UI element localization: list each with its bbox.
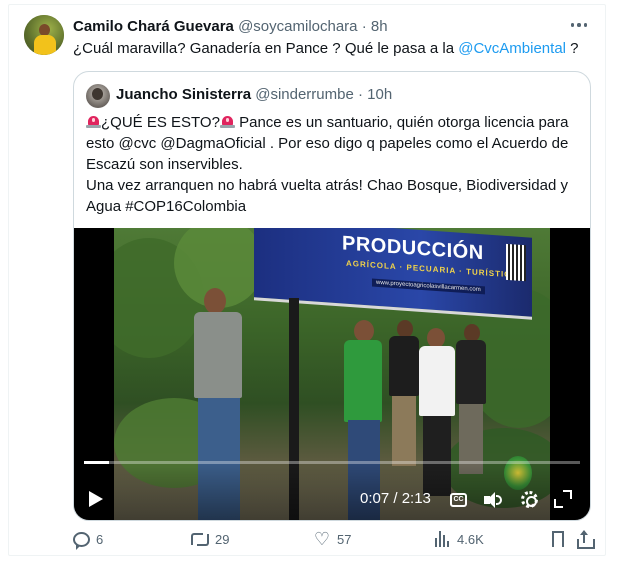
fullscreen-icon[interactable] bbox=[554, 490, 572, 508]
like-count: 57 bbox=[337, 531, 352, 547]
avatar-shirt bbox=[34, 35, 56, 55]
video-controls bbox=[74, 460, 590, 520]
header-separator: · bbox=[361, 18, 367, 35]
quoted-author-handle[interactable]: @sinderrumbe bbox=[255, 86, 354, 103]
author-name[interactable]: Camilo Chará Guevara bbox=[73, 18, 234, 35]
reply-button[interactable]: 6 bbox=[73, 527, 103, 551]
video-progress-bar[interactable] bbox=[84, 461, 580, 464]
reply-count: 6 bbox=[96, 531, 104, 547]
author-avatar[interactable] bbox=[24, 15, 64, 55]
siren-icon bbox=[219, 114, 235, 129]
views-count: 4.6K bbox=[457, 531, 484, 547]
volume-icon[interactable] bbox=[484, 492, 506, 508]
captions-button[interactable]: CC bbox=[450, 493, 467, 507]
tweet-card[interactable]: Camilo Chará Guevara @soycamilochara · 8… bbox=[8, 4, 606, 556]
quoted-tweet[interactable]: Juancho Sinisterra @sinderrumbe · 10h ¿Q… bbox=[73, 71, 591, 521]
share-icon bbox=[575, 530, 595, 549]
banner-subtitle: AGRÍCOLA · PECUARIA · TURÍSTICA bbox=[346, 258, 518, 280]
settings-gear-icon[interactable] bbox=[521, 491, 538, 508]
views-chart-icon bbox=[433, 530, 451, 548]
quoted-header: Juancho Sinisterra @sinderrumbe · 10h bbox=[116, 85, 392, 105]
tweet-text-before: ¿Cuál maravilla? Ganadería en Pance ? Qu… bbox=[73, 40, 459, 57]
share-button[interactable] bbox=[575, 527, 595, 551]
video-player[interactable]: PRODUCCIÓN AGRÍCOLA · PECUARIA · TURÍSTI… bbox=[74, 228, 590, 520]
qr-code-icon bbox=[506, 243, 526, 282]
quoted-author-avatar[interactable] bbox=[86, 84, 110, 108]
repost-icon bbox=[191, 530, 209, 548]
bookmark-icon bbox=[552, 531, 564, 552]
quoted-line1-a: ¿QUÉ ES ESTO? bbox=[101, 114, 220, 131]
views-button[interactable]: 4.6K bbox=[433, 527, 484, 551]
like-button[interactable]: ♡ 57 bbox=[313, 527, 352, 551]
quoted-line2: Una vez arranquen no habrá vuelta atrás!… bbox=[86, 177, 568, 215]
mention-link[interactable]: @CvcAmbiental bbox=[458, 40, 566, 57]
tweet-text-after: ? bbox=[566, 40, 579, 57]
more-dot-icon bbox=[577, 23, 581, 27]
video-progress-fill bbox=[84, 461, 109, 464]
action-bar: 6 29 ♡ 57 4.6K bbox=[73, 527, 595, 552]
quoted-time[interactable]: 10h bbox=[367, 86, 392, 103]
siren-icon bbox=[86, 114, 101, 129]
quoted-text: ¿QUÉ ES ESTO? Pance es un santuario, qui… bbox=[86, 112, 582, 217]
more-dot-icon bbox=[570, 23, 575, 27]
video-time: 0:07 / 2:13 bbox=[360, 490, 431, 507]
more-dot-icon bbox=[583, 23, 588, 27]
quoted-separator: · bbox=[358, 86, 363, 103]
tweet-time[interactable]: 8h bbox=[371, 18, 388, 35]
repost-button[interactable]: 29 bbox=[191, 527, 229, 551]
bookmark-button[interactable] bbox=[552, 527, 564, 552]
tweet-text: ¿Cuál maravilla? Ganadería en Pance ? Qu… bbox=[73, 39, 593, 59]
more-options-button[interactable] bbox=[567, 13, 591, 37]
reply-icon bbox=[73, 531, 90, 550]
quoted-author-name[interactable]: Juancho Sinisterra bbox=[116, 86, 251, 103]
play-icon[interactable] bbox=[88, 491, 104, 509]
author-handle[interactable]: @soycamilochara bbox=[238, 18, 357, 35]
banner-url: www.proyectoagricolasvillacarmen.com bbox=[372, 278, 485, 295]
tweet-header: Camilo Chará Guevara @soycamilochara · 8… bbox=[73, 17, 388, 37]
heart-icon: ♡ bbox=[313, 529, 331, 549]
repost-count: 29 bbox=[215, 531, 230, 547]
